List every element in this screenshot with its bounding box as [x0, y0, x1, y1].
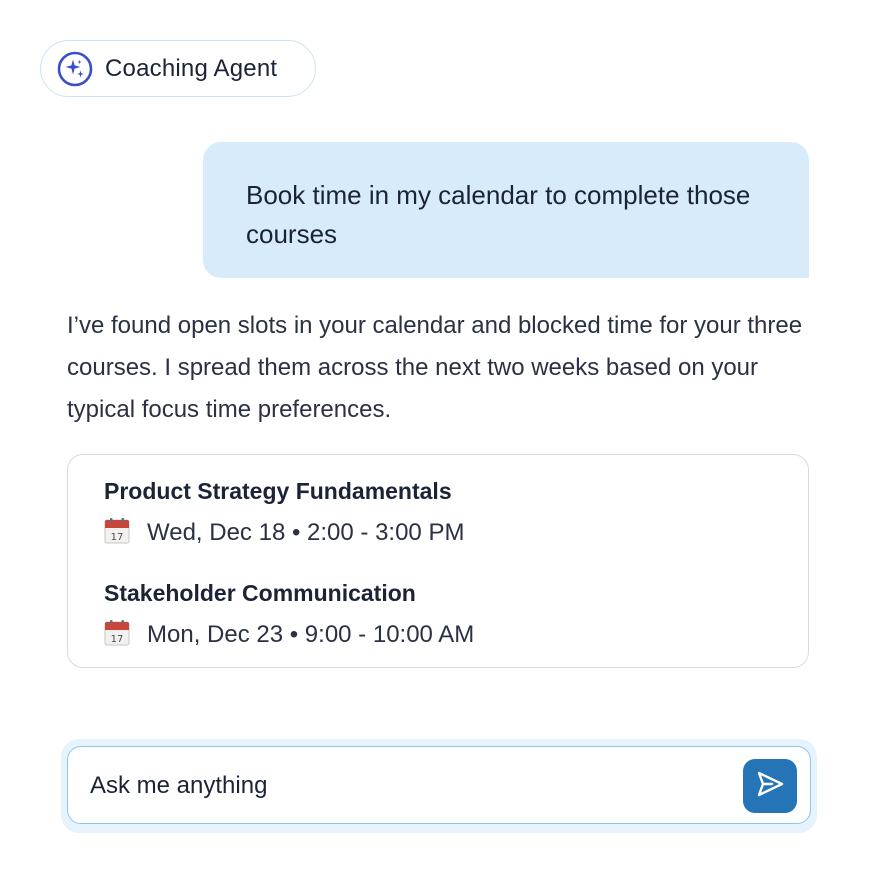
event-meta: 17 Wed, Dec 18 • 2:00 - 3:00 PM: [104, 517, 464, 549]
agent-reply-text: I’ve found open slots in your calendar a…: [67, 312, 803, 423]
event-meta: 17 Mon, Dec 23 • 9:00 - 10:00 AM: [104, 619, 474, 651]
svg-text:17: 17: [111, 634, 124, 645]
chat-input-text[interactable]: Ask me anything: [90, 747, 267, 825]
sparkle-icon: [57, 51, 93, 87]
calendar-icon: 17: [104, 619, 147, 651]
chat-input[interactable]: Ask me anything: [67, 746, 811, 824]
agent-name: Coaching Agent: [105, 54, 278, 82]
send-icon: [755, 769, 785, 804]
event-item[interactable]: Stakeholder Communication 17 Mon, Dec 23…: [104, 577, 474, 651]
scheduled-events-card: Product Strategy Fundamentals 17 Wed, De…: [67, 454, 809, 668]
event-title: Product Strategy Fundamentals: [104, 478, 452, 504]
agent-badge[interactable]: Coaching Agent: [40, 40, 316, 97]
event-title: Stakeholder Communication: [104, 580, 416, 606]
user-message-text: Book time in my calendar to complete tho…: [246, 180, 751, 249]
event-item[interactable]: Product Strategy Fundamentals 17 Wed, De…: [104, 475, 464, 549]
send-button[interactable]: [743, 759, 797, 813]
calendar-icon: 17: [104, 517, 147, 549]
event-time: Mon, Dec 23 • 9:00 - 10:00 AM: [147, 621, 475, 648]
svg-text:17: 17: [111, 532, 124, 543]
event-time: Wed, Dec 18 • 2:00 - 3:00 PM: [147, 519, 465, 546]
user-message-bubble: Book time in my calendar to complete tho…: [203, 142, 809, 278]
